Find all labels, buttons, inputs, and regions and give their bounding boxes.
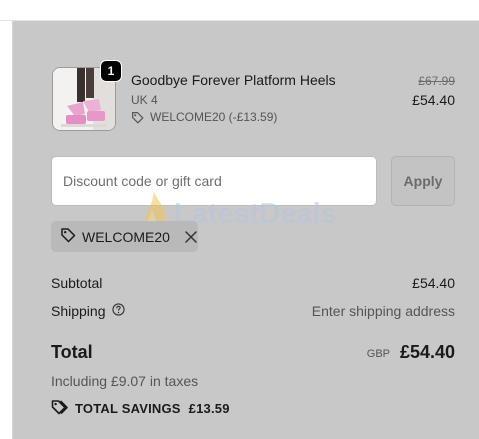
left-column — [0, 21, 12, 439]
tag-icon — [60, 227, 76, 246]
line-item-discount-text: WELCOME20 (-£13.59) — [150, 110, 278, 124]
savings-tag-icon — [51, 399, 69, 418]
total-amount: £54.40 — [399, 342, 455, 362]
discount-code-input[interactable] — [51, 156, 377, 206]
total-label: Total — [51, 342, 93, 362]
savings-value: £13.59 — [188, 401, 230, 416]
currency-code: GBP — [366, 348, 390, 360]
original-price: £67.99 — [418, 74, 455, 88]
product-title: Goodbye Forever Platform Heels — [131, 72, 336, 88]
apply-button[interactable]: Apply — [391, 156, 455, 206]
savings-label: TOTAL SAVINGS — [75, 401, 181, 416]
quantity-badge: 1 — [100, 60, 122, 82]
question-circle-icon[interactable] — [111, 303, 125, 319]
shipping-row-label: Shipping — [51, 303, 125, 319]
tag-icon — [131, 111, 144, 124]
subtotal-value: £54.40 — [412, 275, 455, 291]
total-savings: TOTAL SAVINGS £13.59 — [51, 399, 230, 418]
shipping-value: Enter shipping address — [311, 303, 455, 319]
shipping-label: Shipping — [51, 303, 106, 319]
applied-code-text: WELCOME20 — [82, 228, 170, 245]
page-header-strip — [0, 0, 479, 21]
line-item-discount: WELCOME20 (-£13.59) — [131, 110, 277, 124]
taxes-note: Including £9.07 in taxes — [51, 373, 199, 389]
item-price: £54.40 — [412, 92, 455, 108]
applied-discount-chip: WELCOME20 — [51, 221, 198, 252]
close-icon — [185, 230, 197, 243]
remove-discount-button[interactable] — [184, 230, 198, 244]
subtotal-label: Subtotal — [51, 275, 103, 291]
product-variant: UK 4 — [131, 93, 158, 107]
